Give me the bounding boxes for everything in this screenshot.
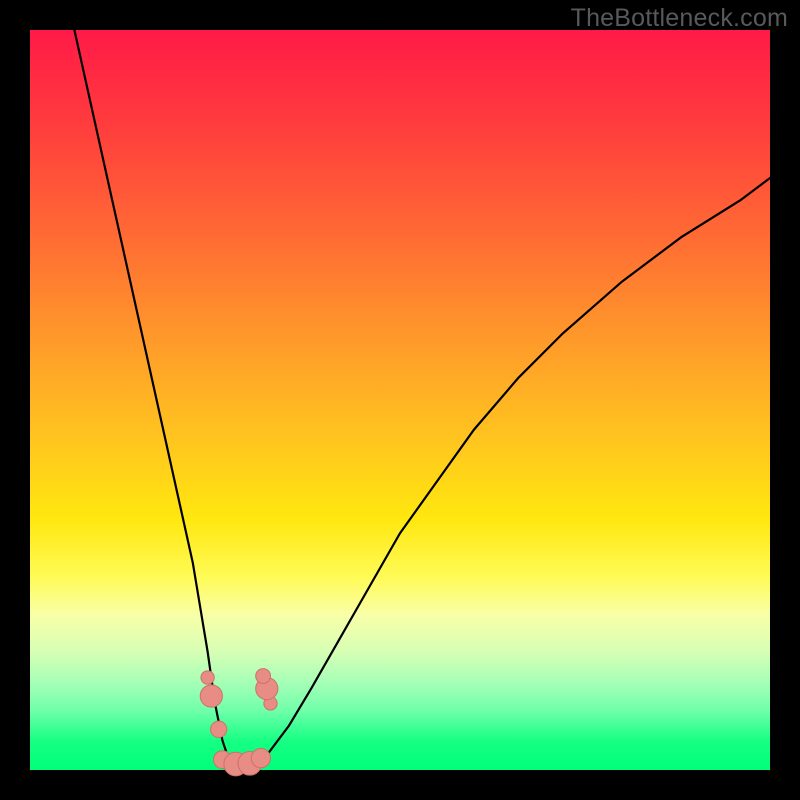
curve-left — [74, 30, 237, 770]
data-marker — [251, 749, 270, 768]
curve-layer — [30, 30, 770, 770]
data-marker — [256, 669, 271, 684]
curve-right — [237, 178, 770, 770]
data-marker — [201, 671, 214, 684]
data-marker — [200, 685, 222, 707]
chart-frame: TheBottleneck.com — [0, 0, 800, 800]
data-marker — [211, 721, 227, 737]
data-markers — [200, 669, 278, 776]
plot-area — [30, 30, 770, 770]
watermark-text: TheBottleneck.com — [571, 4, 788, 33]
